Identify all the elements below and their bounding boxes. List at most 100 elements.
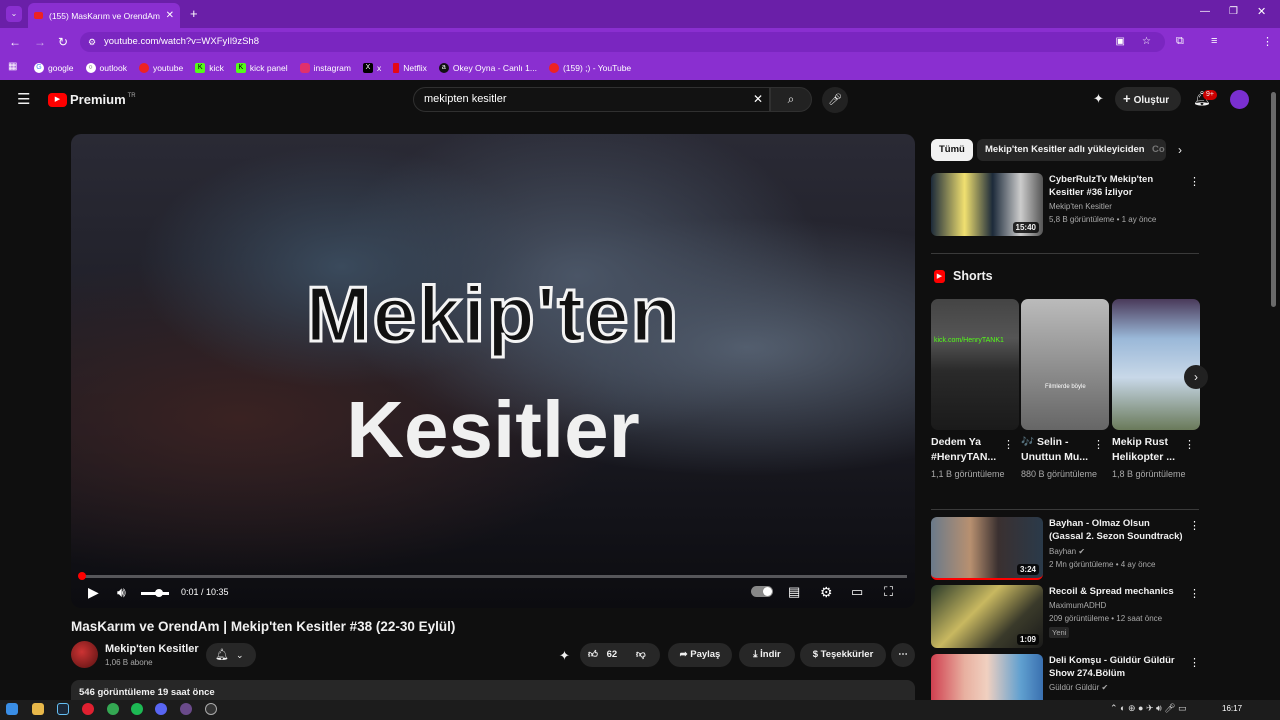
url-text: youtube.com/watch?v=WXFyIl9zSh8 [104,36,259,47]
dislike-button[interactable]: 👎︎ [636,643,646,667]
account-avatar[interactable] [1230,90,1249,109]
short-title[interactable]: 🎶 Selin - Unuttun Mu... [1021,435,1093,465]
more-options-icon[interactable]: ⋮ [1093,438,1104,451]
bookmark-google[interactable]: Ggoogle [34,62,74,73]
short-title[interactable]: Mekip Rust Helikopter ... [1112,435,1184,465]
tray-icons[interactable]: ⌃ ◐ ⊕ ● ✈ 🔊︎ 🎤︎ ▭ [1110,703,1187,714]
create-button[interactable]: + Oluştur [1115,87,1181,111]
guide-menu-icon[interactable]: ☰ [17,90,30,108]
more-options-icon[interactable]: ⋮ [1189,519,1200,532]
more-options-icon[interactable]: ⋮ [1189,587,1200,600]
bookmark-star-icon[interactable]: ☆ [1142,32,1151,52]
apps-grid-icon[interactable]: ▦ [8,61,17,72]
close-window-button[interactable]: ✕ [1257,5,1266,18]
opera-icon[interactable] [82,703,94,715]
volume-icon[interactable]: 🔊︎ [117,584,126,601]
download-button[interactable]: ⤓ İndir [739,643,795,667]
chrome-active-icon[interactable] [180,703,192,715]
premium-spark-icon[interactable]: ✦ [559,648,570,664]
related-video[interactable]: 3:24 Bayhan - Olmaz Olsun (Gassal 2. Sez… [931,517,1201,581]
channel-avatar[interactable] [71,641,98,668]
more-options-icon[interactable]: ⋮ [1003,438,1014,451]
more-options-icon[interactable]: ⋮ [1189,175,1200,188]
chip-from-uploader[interactable]: Mekip'ten Kesitler adlı yükleyiciden [977,139,1153,161]
clear-search-icon[interactable]: ✕ [753,88,763,111]
media-control-icon[interactable]: ≡ [1211,35,1217,47]
url-field[interactable]: ⚙ youtube.com/watch?v=WXFyIl9zSh8 ▣ ☆ [80,32,1165,52]
share-button[interactable]: ➦ Paylaş [668,643,732,667]
premium-spark-icon[interactable]: ✦ [1093,91,1104,107]
thanks-button[interactable]: $ Teşekkürler [800,643,886,667]
related-video[interactable]: Deli Komşu - Güldür Güldür Show 274.Bölü… [931,654,1201,700]
video-player[interactable]: Mekip'ten Kesitler ▶ 🔊︎ 0:01 / 10:35 ▤ ⚙… [71,134,915,608]
like-button[interactable]: 👍︎ 62 [588,649,617,660]
bookmark-instagram[interactable]: instagram [299,62,351,73]
channel-name: Güldür Güldür ✔ [1049,683,1109,692]
short-thumbnail[interactable]: kick.com/HenryTANK1 [931,299,1019,430]
bookmark-kick-panel[interactable]: Kkick panel [235,62,288,73]
bookmark-x[interactable]: Xx [362,62,381,73]
spotify-icon[interactable] [131,703,143,715]
bookmark-netflix[interactable]: Netflix [393,62,427,73]
volume-knob[interactable] [155,589,163,597]
short-thumbnail[interactable] [1112,299,1200,430]
more-options-icon[interactable]: ⋮ [1189,656,1200,669]
search-button[interactable]: ⌕ [770,87,812,112]
windows-start-icon[interactable] [6,703,18,715]
related-video[interactable]: 1:09 Recoil & Spread mechanics MaximumAD… [931,585,1201,649]
okey-icon: a [438,62,449,73]
site-info-icon[interactable]: ⚙ [88,32,96,52]
short-thumbnail[interactable]: Filmlerde böyle [1021,299,1109,430]
autoplay-toggle[interactable] [751,586,773,597]
related-video[interactable]: 15:40 CyberRulzTv Mekip'ten Kesitler #36… [931,173,1201,243]
bookmark-youtube-2[interactable]: (159) ;) - YouTube [548,62,631,73]
shorts-next-button[interactable]: › [1184,365,1208,389]
app-icon[interactable] [205,703,217,715]
restore-button[interactable]: ❐ [1229,6,1238,17]
discord-icon[interactable] [155,703,167,715]
cast-icon[interactable]: ▣ [1116,32,1125,52]
file-explorer-icon[interactable] [32,703,44,715]
channel-name[interactable]: Mekip'ten Kesitler [105,643,199,655]
steam-icon[interactable] [57,703,69,715]
more-actions-button[interactable]: ⋯ [891,643,915,667]
theater-mode-icon[interactable]: ▭ [851,584,863,600]
more-options-icon[interactable]: ⋮ [1184,438,1195,451]
search-icon: ⌕ [787,92,795,106]
progress-bar[interactable] [78,572,907,580]
subscribed-bell-button[interactable]: 🔔︎ ⌄ [206,643,256,667]
chevron-right-icon[interactable]: › [1178,143,1182,157]
browser-tab[interactable]: (155) MasKarım ve OrendAm | M ✕ [28,3,180,28]
page-scrollbar[interactable] [1271,92,1276,307]
settings-gear-icon[interactable]: ⚙ [820,584,833,601]
voice-search-button[interactable]: 🎤︎ [822,87,848,113]
verified-icon: ✔ [1101,683,1109,692]
browser-menu-icon[interactable]: ⋮ [1262,35,1273,48]
chip-more[interactable]: Co [1144,139,1166,161]
bookmark-youtube[interactable]: youtube [138,62,183,73]
close-tab-icon[interactable]: ✕ [166,10,174,21]
youtube-logo[interactable]: ▶ Premium TR [48,92,136,107]
microphone-icon: 🎤︎ [828,94,842,106]
play-icon[interactable]: ▶ [88,584,99,601]
view-stats: 546 görüntüleme 19 saat önce [79,687,215,698]
volume-slider[interactable] [141,589,169,597]
bookmark-okey[interactable]: a Okey Oyna - Canlı 1... [438,62,537,73]
fullscreen-icon[interactable]: ⛶ [884,584,893,600]
forward-icon[interactable]: → [34,35,46,49]
subtitles-icon[interactable]: ▤ [788,584,800,600]
outlook-icon: ○ [85,62,96,73]
tab-list-button[interactable]: ⌄ [6,6,22,22]
extensions-icon[interactable]: ⧉ [1176,35,1184,48]
chrome-icon[interactable] [107,703,119,715]
progress-scrubber[interactable] [78,572,86,580]
reload-icon[interactable]: ↻ [58,35,68,49]
back-icon[interactable]: ← [9,35,21,49]
bookmark-kick[interactable]: Kkick [195,62,224,73]
chip-all[interactable]: Tümü [931,139,973,161]
search-input[interactable]: mekipten kesitler ✕ [413,87,770,112]
short-title[interactable]: Dedem Ya #HenryTAN... [931,435,1003,465]
new-tab-button[interactable]: + [190,6,198,21]
minimize-button[interactable]: — [1200,6,1210,17]
bookmark-outlook[interactable]: ○ outlook [85,62,127,73]
